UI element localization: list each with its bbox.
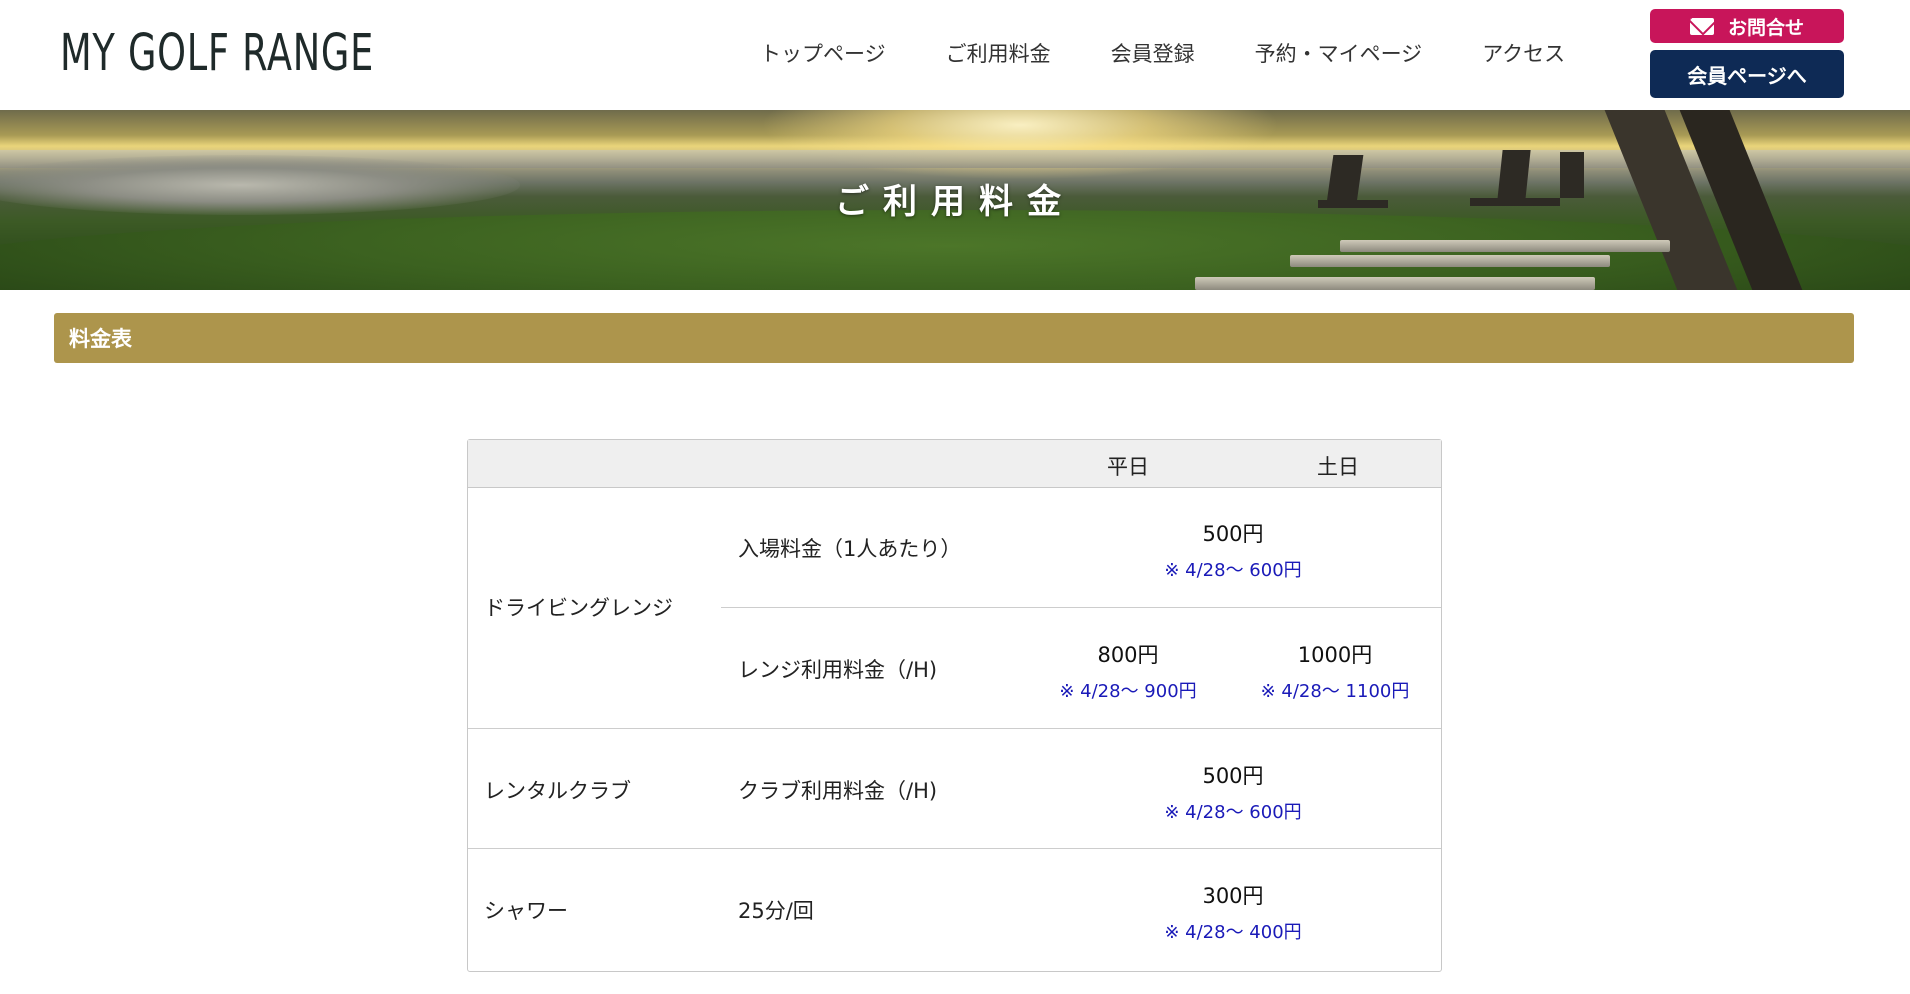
site-logo[interactable]: MY GOLF RANGE	[60, 24, 374, 83]
category-driving-range: ドライビングレンジ	[484, 596, 673, 620]
item-range-fee: レンジ利用料金（/H)	[738, 658, 938, 682]
price-note: ※ 4/28～ 900円	[1059, 681, 1197, 702]
nav-top[interactable]: トップページ	[760, 38, 886, 68]
price-note: ※ 4/28～ 400円	[1164, 922, 1302, 943]
header-weekend: 土日	[1317, 455, 1359, 479]
price-value: 800円	[1097, 643, 1159, 667]
item-shower-time: 25分/回	[738, 899, 814, 923]
mail-icon	[1689, 17, 1714, 35]
main-nav: トップページ ご利用料金 会員登録 予約・マイページ アクセス	[760, 38, 1565, 68]
nav-reservation[interactable]: 予約・マイページ	[1255, 38, 1423, 68]
price-shower: 300円 ※ 4/28～ 400円	[1026, 880, 1440, 944]
price-value: 500円	[1202, 522, 1264, 546]
item-entrance-fee: 入場料金（1人あたり）	[738, 537, 962, 561]
price-range-weekday: 800円 ※ 4/28～ 900円	[1026, 639, 1230, 703]
category-shower: シャワー	[484, 899, 568, 923]
header-weekday: 平日	[1107, 455, 1149, 479]
price-value: 300円	[1202, 884, 1264, 908]
section-title: 料金表	[69, 327, 132, 351]
price-note: ※ 4/28～ 600円	[1164, 560, 1302, 581]
nav-register[interactable]: 会員登録	[1111, 38, 1195, 68]
contact-button[interactable]: お問合せ	[1650, 9, 1844, 43]
price-table: 平日 土日 ドライビングレンジ 入場料金（1人あたり） 500円 ※ 4/28～…	[467, 439, 1442, 972]
price-note: ※ 4/28～ 1100円	[1260, 681, 1410, 702]
category-rental-club: レンタルクラブ	[484, 779, 631, 803]
item-club-fee: クラブ利用料金（/H)	[738, 779, 938, 803]
hero-banner: ご利用料金	[0, 110, 1910, 290]
price-value: 500円	[1202, 764, 1264, 788]
site-header: MY GOLF RANGE トップページ ご利用料金 会員登録 予約・マイページ…	[0, 0, 1910, 110]
price-note: ※ 4/28～ 600円	[1164, 802, 1302, 823]
nav-pricing[interactable]: ご利用料金	[946, 38, 1051, 68]
member-label: 会員ページへ	[1687, 63, 1807, 88]
contact-label: お問合せ	[1727, 16, 1804, 39]
price-entrance: 500円 ※ 4/28～ 600円	[1026, 518, 1440, 582]
member-page-button[interactable]: 会員ページへ	[1650, 50, 1844, 98]
price-range-weekend: 1000円 ※ 4/28～ 1100円	[1230, 639, 1440, 703]
price-club: 500円 ※ 4/28～ 600円	[1026, 760, 1440, 824]
section-title-bar: 料金表	[54, 313, 1854, 363]
nav-access[interactable]: アクセス	[1482, 38, 1565, 68]
table-header: 平日 土日	[468, 440, 1441, 488]
page-title: ご利用料金	[835, 182, 1075, 222]
price-value: 1000円	[1297, 643, 1373, 667]
